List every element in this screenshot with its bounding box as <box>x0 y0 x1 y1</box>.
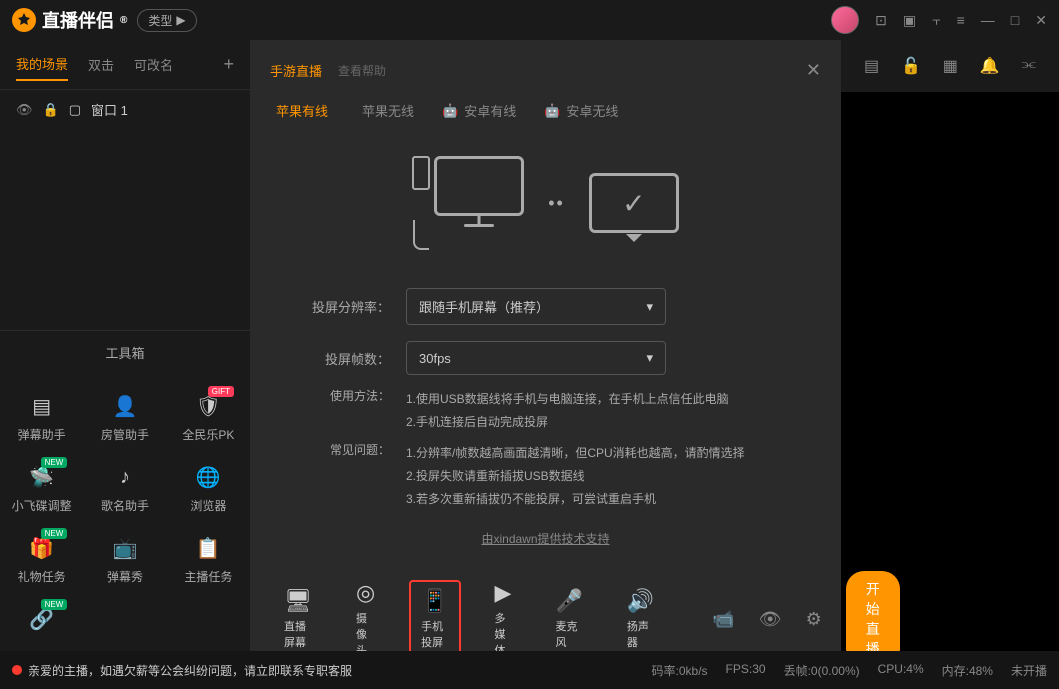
mobile-stream-modal: 手游直播 查看帮助 ✕ 苹果有线 苹果无线 🤖安卓有线 🤖安卓无线 •• ✓ 投屏分辨… <box>250 48 841 599</box>
device-tab-1[interactable]: 苹果无线 <box>356 101 414 120</box>
fps-stat: FPS:30 <box>726 662 766 679</box>
tool-4[interactable]: ♪歌名助手 <box>83 453 166 524</box>
tool-6[interactable]: NEW🎁礼物任务 <box>0 524 83 595</box>
menu-icon[interactable]: ≡ <box>957 12 965 28</box>
help-link[interactable]: 查看帮助 <box>338 62 386 79</box>
preview-area <box>841 92 1059 651</box>
mem-stat: 内存:48% <box>942 662 993 679</box>
user-avatar[interactable] <box>831 6 859 34</box>
scene-tab-my[interactable]: 我的场景 <box>16 48 68 81</box>
bottom-toolbar: 🖥直播屏幕◎摄像头📱手机投屏▶多媒体🎤麦克风🔊扬声器📹👁⚙开始直播 <box>250 587 841 651</box>
bottom-tool-0[interactable]: 🖥直播屏幕 <box>274 582 322 656</box>
tool-3[interactable]: NEW🛸小飞碟调整 <box>0 453 83 524</box>
bottom-tool-4[interactable]: 🎤麦克风 <box>545 582 592 656</box>
share-icon[interactable]: ⫘ <box>1022 56 1036 76</box>
bitrate-stat: 码率:0kb/s <box>652 662 708 679</box>
tool-1[interactable]: 👤房管助手 <box>83 382 166 453</box>
resolution-label: 投屏分辨率： <box>310 297 390 316</box>
type-selector[interactable]: 类型▶ <box>137 9 196 32</box>
tech-support-link[interactable]: 由xindawn提供技术支持 <box>270 514 821 563</box>
cpu-stat: CPU:4% <box>878 662 924 679</box>
visibility-icon[interactable]: 👁 <box>16 102 33 118</box>
resolution-select[interactable]: 跟随手机屏幕（推荐）▾ <box>406 288 666 325</box>
bottom-tool-5[interactable]: 🔊扬声器 <box>617 582 664 656</box>
titlebar: 直播伴侣® 类型▶ ⊡ ▣ ⫟ ≡ — □ ✕ <box>0 0 1059 40</box>
sidebar: 我的场景 双击 可改名 + 👁 🔒 ▢ 窗口 1 工具箱 ▤弹幕助手👤房管助手G… <box>0 40 250 651</box>
maximize-icon[interactable]: □ <box>1011 12 1019 28</box>
tool-7[interactable]: 📺弹幕秀 <box>83 524 166 595</box>
control-icon-1[interactable]: 👁 <box>759 609 782 630</box>
tool-8[interactable]: 📋主播任务 <box>167 524 250 595</box>
right-panel: ▤ 🔓 ▦ 🔔 ⫘ <box>841 40 1059 651</box>
unlock-icon[interactable]: 🔓 <box>901 56 921 76</box>
tool-5[interactable]: 🌐浏览器 <box>167 453 250 524</box>
device-tab-0[interactable]: 苹果有线 <box>270 101 328 120</box>
bottom-tool-2[interactable]: 📱手机投屏 <box>409 580 460 658</box>
tool-grid: ▤弹幕助手👤房管助手GIFT🛡全民乐PK NEW🛸小飞碟调整♪歌名助手🌐浏览器 NE… <box>0 374 250 651</box>
faq-text: 1.分辨率/帧数越高画面越清晰，但CPU消耗也越高，请酌情选择2.投屏失败请重新… <box>406 441 781 510</box>
layout-icon[interactable]: ▦ <box>943 56 958 76</box>
connection-diagram: •• ✓ <box>270 136 821 280</box>
scene-item[interactable]: 👁 🔒 ▢ 窗口 1 <box>0 90 250 129</box>
fps-select[interactable]: 30fps▾ <box>406 341 666 375</box>
stream-status: 未开播 <box>1011 662 1047 679</box>
control-icon-2[interactable]: ⚙ <box>806 609 822 630</box>
scene-label: 窗口 1 <box>91 100 128 119</box>
control-icon-0[interactable]: 📹 <box>712 609 734 630</box>
status-message: 亲爱的主播，如遇欠薪等公会纠纷问题，请立即联系专职客服 <box>12 662 352 679</box>
scene-tab-dbl[interactable]: 双击 <box>88 49 114 80</box>
center-panel: 手游直播 查看帮助 ✕ 苹果有线 苹果无线 🤖安卓有线 🤖安卓无线 •• ✓ 投屏分辨… <box>250 40 841 651</box>
close-icon[interactable]: ✕ <box>1035 12 1047 29</box>
modal-close-button[interactable]: ✕ <box>806 60 821 81</box>
window-icon: ▢ <box>69 102 81 118</box>
toolbox-title: 工具箱 <box>0 330 250 374</box>
add-scene-button[interactable]: + <box>223 54 234 75</box>
chat-icon[interactable]: ▤ <box>864 56 879 76</box>
speaker-icon <box>12 665 22 675</box>
window-icon-2[interactable]: ▣ <box>903 12 916 29</box>
scene-tab-rename[interactable]: 可改名 <box>134 49 173 80</box>
drop-stat: 丢帧:0(0.00%) <box>784 662 860 679</box>
modal-title: 手游直播 <box>270 61 322 80</box>
faq-label: 常见问题： <box>310 441 390 510</box>
usage-text: 1.使用USB数据线将手机与电脑连接，在手机上点信任此电脑2.手机连接后自动完成… <box>406 387 781 433</box>
tool-2[interactable]: GIFT🛡全民乐PK <box>167 382 250 453</box>
lock-icon[interactable]: 🔒 <box>43 102 59 118</box>
window-icon-3[interactable]: ⫟ <box>932 12 940 29</box>
bell-icon[interactable]: 🔔 <box>980 56 1000 76</box>
device-tab-3[interactable]: 🤖安卓无线 <box>544 101 618 120</box>
tool-0[interactable]: ▤弹幕助手 <box>0 382 83 453</box>
app-logo: 直播伴侣® <box>12 7 127 33</box>
device-tab-2[interactable]: 🤖安卓有线 <box>442 101 516 120</box>
usage-label: 使用方法： <box>310 387 390 433</box>
tool-extra[interactable]: NEW🔗 <box>0 595 83 643</box>
minimize-icon[interactable]: — <box>981 12 995 28</box>
fps-label: 投屏帧数： <box>310 349 390 368</box>
statusbar: 亲爱的主播，如遇欠薪等公会纠纷问题，请立即联系专职客服 码率:0kb/s FPS… <box>0 651 1059 689</box>
window-icon-1[interactable]: ⊡ <box>875 12 887 29</box>
